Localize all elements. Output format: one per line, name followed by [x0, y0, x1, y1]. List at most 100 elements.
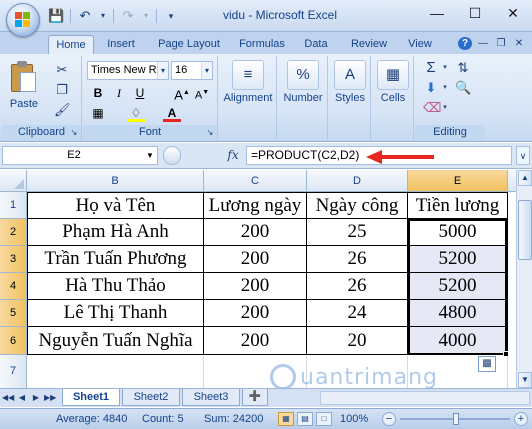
column-header-e[interactable]: E	[408, 170, 508, 192]
clipboard-launcher-icon[interactable]: ↘	[69, 128, 79, 138]
last-sheet-icon[interactable]: ▶▶	[44, 391, 56, 405]
scroll-up-icon[interactable]: ▲	[518, 170, 532, 186]
cell-b1[interactable]: Họ và Tên	[27, 192, 204, 219]
tab-view[interactable]: View	[400, 35, 440, 54]
copy-icon[interactable]: ❐	[54, 82, 70, 98]
row-header-7[interactable]: 7	[0, 355, 27, 388]
cell-e2[interactable]: 5000	[408, 219, 508, 246]
sheet-tab-sheet2[interactable]: Sheet2	[122, 389, 180, 406]
cell-c6[interactable]: 200	[204, 327, 307, 355]
column-header-c[interactable]: C	[204, 170, 307, 192]
sheet-tab-sheet1[interactable]: Sheet1	[62, 389, 120, 406]
row-header-6[interactable]: 6	[0, 327, 27, 355]
expand-formula-bar-icon[interactable]: ∨	[516, 146, 530, 165]
cell-b6[interactable]: Nguyễn Tuấn Nghĩa	[27, 327, 204, 355]
chevron-down-icon[interactable]: ▾	[437, 60, 453, 76]
row-header-1[interactable]: 1	[0, 192, 27, 219]
vertical-scrollbar[interactable]: ▲ ▼	[516, 170, 532, 388]
tab-home[interactable]: Home	[48, 35, 94, 54]
help-icon[interactable]: ?	[458, 37, 472, 50]
format-painter-icon[interactable]: 🖌	[54, 102, 71, 118]
cell-d5[interactable]: 24	[307, 300, 408, 327]
cell-b3[interactable]: Trần Tuấn Phương	[27, 246, 204, 273]
paste-button[interactable]: Paste	[4, 98, 44, 110]
cell-e3[interactable]: 5200	[408, 246, 508, 273]
cell-b7[interactable]	[27, 355, 204, 388]
tab-formulas[interactable]: Formulas	[234, 35, 290, 54]
bold-icon[interactable]: B	[89, 84, 107, 102]
normal-view-icon[interactable]: ▦	[278, 412, 294, 426]
row-header-4[interactable]: 4	[0, 273, 27, 300]
cell-c3[interactable]: 200	[204, 246, 307, 273]
cell-c5[interactable]: 200	[204, 300, 307, 327]
fill-color-icon[interactable]: ♢	[127, 104, 145, 122]
row-header-3[interactable]: 3	[0, 246, 27, 273]
underline-icon[interactable]: U	[131, 84, 149, 102]
grow-font-icon[interactable]: A▲	[173, 84, 191, 102]
page-layout-view-icon[interactable]: ▤	[297, 412, 313, 426]
row-header-5[interactable]: 5	[0, 300, 27, 327]
save-icon[interactable]: 💾	[48, 8, 64, 24]
ribbon-restore-icon[interactable]: ❐	[494, 37, 508, 50]
tab-data[interactable]: Data	[298, 35, 334, 54]
undo-dropdown-icon[interactable]: ▾	[99, 8, 107, 24]
page-break-view-icon[interactable]: □	[316, 412, 332, 426]
cell-d3[interactable]: 26	[307, 246, 408, 273]
sort-filter-icon[interactable]: ⇅	[455, 60, 471, 76]
ribbon-minimize-icon[interactable]: —	[476, 37, 490, 50]
find-select-icon[interactable]: 🔍	[455, 80, 471, 96]
undo-icon[interactable]: ↶	[77, 8, 93, 24]
formula-bar-resize-handle[interactable]	[163, 146, 181, 165]
cell-d6[interactable]: 20	[307, 327, 408, 355]
cell-c4[interactable]: 200	[204, 273, 307, 300]
cell-b4[interactable]: Hà Thu Thảo	[27, 273, 204, 300]
close-icon[interactable]: ✕	[494, 0, 532, 26]
borders-icon[interactable]: ▦	[89, 104, 107, 122]
horizontal-scrollbar[interactable]	[320, 391, 530, 405]
ribbon-close-icon[interactable]: ✕	[512, 37, 526, 50]
tab-review[interactable]: Review	[344, 35, 394, 54]
cell-e1[interactable]: Tiền lương	[408, 192, 508, 219]
styles-button[interactable]: A Styles	[331, 60, 369, 104]
auto-fill-options-icon[interactable]: ▩	[478, 356, 496, 372]
first-sheet-icon[interactable]: ◀◀	[2, 391, 14, 405]
scroll-thumb[interactable]	[518, 200, 532, 260]
chevron-down-icon[interactable]: ▾	[437, 100, 453, 116]
cell-c1[interactable]: Lương ngày	[204, 192, 307, 219]
cell-d1[interactable]: Ngày công	[307, 192, 408, 219]
chevron-down-icon[interactable]: ▾	[437, 80, 453, 96]
zoom-slider-thumb[interactable]	[453, 413, 459, 425]
cell-b2[interactable]: Phạm Hà Anh	[27, 219, 204, 246]
font-size-select[interactable]: 16 ▾	[171, 61, 213, 80]
italic-icon[interactable]: I	[110, 84, 128, 102]
cell-d2[interactable]: 25	[307, 219, 408, 246]
chevron-down-icon[interactable]: ▼	[144, 148, 156, 163]
cell-e6[interactable]: 4000	[408, 327, 508, 355]
next-sheet-icon[interactable]: ▶	[30, 391, 42, 405]
prev-sheet-icon[interactable]: ◀	[16, 391, 28, 405]
redo-dropdown-icon[interactable]: ▾	[142, 8, 150, 24]
maximize-icon[interactable]: ☐	[456, 0, 494, 26]
alignment-button[interactable]: ≡ Alignment	[223, 60, 273, 104]
cells-button[interactable]: ▦ Cells	[374, 60, 412, 104]
insert-function-icon[interactable]: fx	[224, 147, 242, 163]
cell-c2[interactable]: 200	[204, 219, 307, 246]
tab-page-layout[interactable]: Page Layout	[152, 35, 226, 54]
zoom-level[interactable]: 100%	[340, 412, 368, 427]
font-launcher-icon[interactable]: ↘	[205, 128, 215, 138]
cell-e4[interactable]: 5200	[408, 273, 508, 300]
cut-icon[interactable]: ✂	[54, 62, 70, 78]
minimize-icon[interactable]: —	[418, 0, 456, 26]
number-button[interactable]: % Number	[280, 60, 326, 104]
column-header-f[interactable]	[508, 170, 516, 192]
zoom-in-icon[interactable]: +	[514, 412, 528, 426]
paste-icon[interactable]	[8, 60, 38, 94]
insert-sheet-icon[interactable]: ➕	[242, 389, 268, 406]
column-header-b[interactable]: B	[27, 170, 204, 192]
fill-handle[interactable]	[503, 351, 509, 357]
redo-icon[interactable]: ↷	[120, 8, 136, 24]
office-button[interactable]	[6, 3, 40, 37]
font-color-icon[interactable]: A	[163, 104, 181, 122]
cell-e5[interactable]: 4800	[408, 300, 508, 327]
cell-d7[interactable]	[307, 355, 408, 388]
